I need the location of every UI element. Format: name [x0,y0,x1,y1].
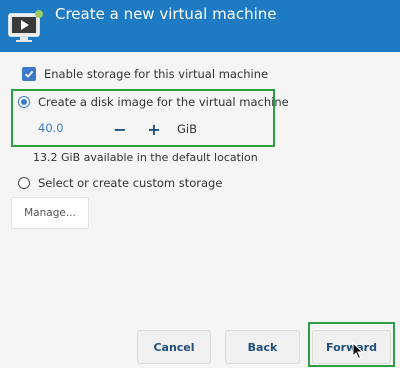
virtual-machine-icon [7,10,43,46]
mouse-pointer-icon [352,341,364,360]
cancel-button[interactable]: Cancel [137,330,211,364]
enable-storage-checkbox[interactable]: Enable storage for this virtual machine [22,67,268,81]
disk-image-label: Create a disk image for the virtual mach… [38,95,289,109]
decrease-size-button[interactable]: − [106,115,134,143]
increase-size-button[interactable]: + [140,115,168,143]
custom-storage-radio[interactable]: Select or create custom storage [18,176,222,190]
enable-storage-label: Enable storage for this virtual machine [44,67,269,81]
available-space-text: 13.2 GiB available in the default locati… [33,151,258,164]
radio-selected-icon [18,96,30,108]
dialog-title: Create a new virtual machine [55,5,277,23]
disk-image-radio[interactable]: Create a disk image for the virtual mach… [18,95,289,109]
custom-storage-label: Select or create custom storage [38,176,223,190]
radio-unselected-icon [18,177,30,189]
disk-size-input[interactable]: 40.0 [38,121,64,135]
dialog-content: Enable storage for this virtual machine … [0,52,400,368]
size-unit-label: GiB [177,122,197,136]
manage-button[interactable]: Manage... [11,197,89,229]
checkmark-icon [22,67,36,81]
dialog-header: Create a new virtual machine [0,0,400,52]
back-button[interactable]: Back [225,330,300,364]
